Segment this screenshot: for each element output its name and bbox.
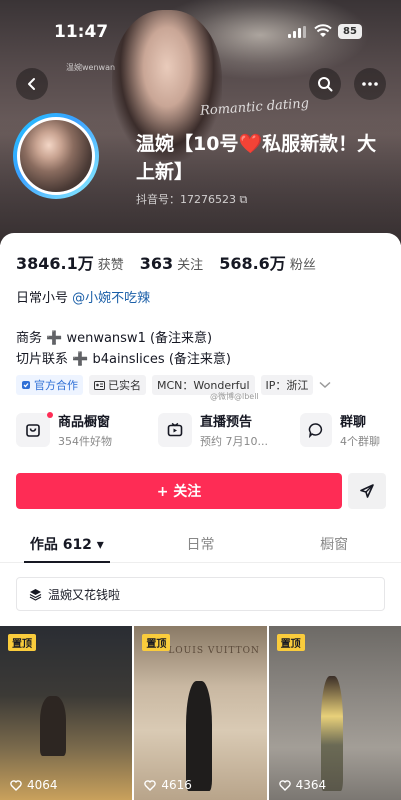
share-button[interactable] [348, 473, 386, 509]
notification-dot [47, 412, 53, 418]
pinned-badge: 置顶 [8, 634, 36, 651]
id-card-icon [94, 380, 105, 390]
weibo-watermark: @微博@lbell [210, 392, 259, 401]
bio-alt-account-label: 日常小号 [16, 291, 69, 306]
shortcut-live-preview[interactable]: 直播预告 预约 7月10... [158, 411, 288, 449]
tag-label: 官方合作 [34, 379, 78, 392]
search-button[interactable] [309, 68, 341, 100]
shortcut-row: 商品橱窗 354件好物 直播预告 预约 7月10... 群聊 4个群聊 [16, 411, 380, 449]
likes-count: 4064 [27, 778, 58, 792]
tag-ip-location[interactable]: IP：浙江 [260, 375, 314, 395]
avatar[interactable] [13, 113, 99, 199]
profile-card: 3846.1万 获赞 363 关注 568.6万 粉丝 日常小号 @小婉不吃辣 … [0, 233, 401, 800]
chat-icon [300, 413, 332, 447]
layers-icon [29, 588, 42, 601]
shortcut-subtitle: 4个群聊 [340, 435, 380, 448]
shortcut-title: 群聊 [340, 415, 367, 430]
shortcut-group-chat[interactable]: 群聊 4个群聊 [300, 411, 380, 449]
thumbnail-figure [320, 676, 343, 791]
shortcut-subtitle: 354件好物 [58, 435, 112, 448]
battery-icon: 85 [338, 24, 362, 39]
following-count[interactable]: 363 [140, 254, 173, 273]
banner-watermark: 温婉wenwan [66, 63, 116, 72]
tab-shop-window[interactable]: 橱窗 [267, 525, 401, 562]
shortcut-shop-window[interactable]: 商品橱窗 354件好物 [16, 411, 146, 449]
video-thumbnail[interactable]: 置顶 4364 [268, 626, 401, 800]
shortcut-title: 商品橱窗 [58, 415, 111, 430]
chevron-down-icon[interactable] [319, 381, 331, 389]
tag-verified[interactable]: 已实名 [89, 375, 146, 395]
followers-label: 粉丝 [289, 258, 316, 273]
send-icon [360, 484, 374, 498]
pinned-badge: 置顶 [276, 634, 305, 651]
video-thumbnail[interactable]: LOUIS VUITTON 置顶 4616 [134, 626, 267, 800]
thumbnail-figure [186, 681, 213, 791]
content-tabs: 作品 612 ▾ 日常 橱窗 [0, 525, 401, 563]
video-grid: 置顶 4064 LOUIS VUITTON 置顶 4616 置顶 4364 [0, 626, 401, 800]
live-tv-icon [158, 413, 192, 447]
douyin-id[interactable]: 抖音号：17276523 ⧉ [136, 191, 247, 207]
bio-line-3: 切片联系 ➕ b4ainslices (备注来意) [16, 352, 231, 367]
video-likes: 4364 [278, 778, 327, 792]
more-dots-icon [362, 82, 378, 86]
likes-label: 获赞 [97, 258, 124, 273]
thumbnail-figure [40, 696, 66, 756]
follow-button[interactable]: + 关注 [16, 473, 342, 509]
tag-label: 已实名 [108, 379, 141, 392]
avatar-photo [17, 117, 95, 195]
video-likes: 4616 [144, 778, 192, 792]
likes-count: 4616 [161, 778, 192, 792]
thumbnail-brand-text: LOUIS VUITTON [168, 646, 260, 656]
profile-name: 温婉【10号❤️私服新款！大上新】 [136, 133, 377, 183]
more-button[interactable] [354, 68, 386, 100]
heart-icon [10, 779, 22, 791]
heart-icon [144, 779, 157, 791]
collection-entry[interactable]: 温婉又花钱啦 [16, 577, 385, 611]
profile-tags: 官方合作 已实名 MCN：Wonderful IP：浙江 [16, 375, 331, 395]
alt-account-link[interactable]: @小婉不吃辣 [72, 291, 150, 306]
back-button[interactable] [16, 68, 48, 100]
video-likes: 4064 [10, 778, 58, 792]
collection-label: 温婉又花钱啦 [48, 587, 121, 602]
tab-works[interactable]: 作品 612 ▾ [0, 525, 134, 563]
pinned-badge: 置顶 [142, 634, 171, 651]
badge-icon [22, 381, 30, 389]
signal-icon [288, 26, 308, 38]
followers-count[interactable]: 568.6万 [219, 250, 286, 274]
shortcut-subtitle: 预约 7月10... [200, 435, 268, 448]
status-bar: 11:47 85 [0, 0, 401, 56]
wifi-icon [314, 24, 332, 37]
heart-icon [278, 779, 291, 791]
bio-line-2: 商务 ➕ wenwansw1 (备注来意) [16, 331, 213, 346]
stats-row: 3846.1万 获赞 363 关注 568.6万 粉丝 [16, 250, 332, 274]
shop-bag-icon [16, 412, 53, 447]
bio-line-1: 日常小号 @小婉不吃辣 [16, 287, 150, 306]
likes-count: 4364 [295, 778, 327, 792]
search-icon [318, 77, 333, 92]
status-time: 11:47 [54, 22, 109, 42]
video-thumbnail[interactable]: 置顶 4064 [0, 626, 133, 800]
shortcut-title: 直播预告 [200, 415, 253, 430]
tab-daily[interactable]: 日常 [134, 525, 268, 562]
chevron-left-icon [28, 78, 35, 90]
following-label: 关注 [177, 258, 204, 273]
tag-official-cooperation[interactable]: 官方合作 [16, 375, 83, 395]
likes-count[interactable]: 3846.1万 [16, 250, 94, 274]
